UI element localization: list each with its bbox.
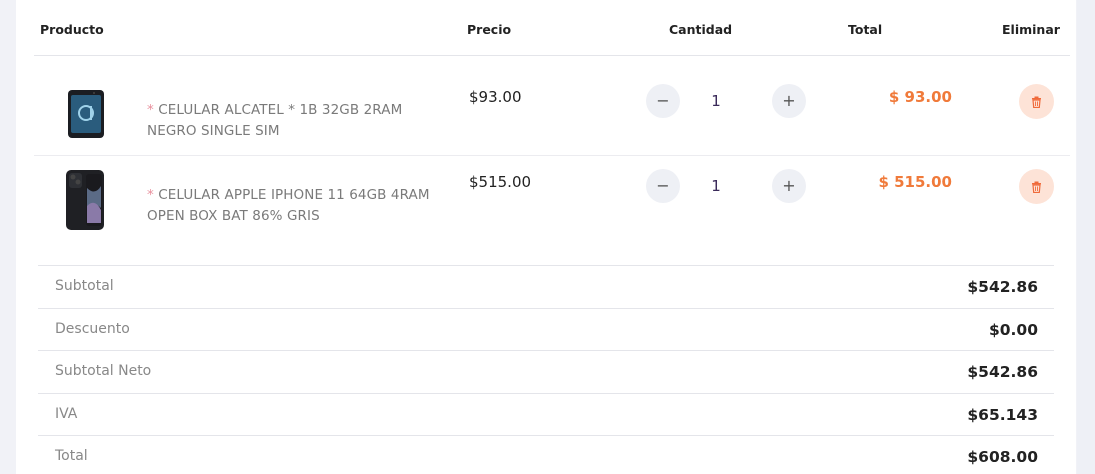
increase-quantity-button[interactable]: + [772,169,806,203]
summary-total: Total $608.00 [38,435,1054,474]
table-row: * CELULAR ALCATEL * 1B 32GB 2RAM NEGRO S… [34,56,1070,156]
summary-descuento: Descuento $0.00 [38,308,1054,350]
decrease-quantity-button[interactable]: − [646,84,680,118]
delete-button[interactable] [1019,84,1054,119]
header-eliminar: Eliminar [1002,22,1060,37]
summary-value: $65.143 [967,406,1038,424]
header-total: Total [848,22,883,37]
summary-iva: IVA $65.143 [38,393,1054,435]
product-thumbnail [68,90,104,138]
trash-icon [1032,181,1041,193]
summary-value: $542.86 [967,363,1038,381]
summary-label: IVA [55,406,78,422]
row-total: $ 93.00 [888,88,952,106]
product-name-text: CELULAR APPLE IPHONE 11 64GB 4RAM OPEN B… [147,187,430,224]
decrease-quantity-button[interactable]: − [646,169,680,203]
delete-button[interactable] [1019,169,1054,204]
summary-subtotal-neto: Subtotal Neto $542.86 [38,350,1054,392]
product-price: $93.00 [469,88,522,106]
summary-value: $608.00 [967,448,1038,466]
header-producto: Producto [40,22,104,37]
trash-icon [1032,96,1041,108]
name-asterisk: * [147,102,154,118]
summary-value: $542.86 [967,278,1038,296]
header-cantidad: Cantidad [669,22,733,37]
scrollbar-track[interactable] [1077,0,1095,474]
cart-panel: Producto Precio Cantidad Total Eliminar … [16,0,1076,474]
summary-label: Descuento [55,321,130,337]
summary-subtotal: Subtotal $542.86 [38,265,1054,307]
product-thumbnail [66,170,104,230]
increase-quantity-button[interactable]: + [772,84,806,118]
row-total: $ 515.00 [878,173,952,191]
table-row: * CELULAR APPLE IPHONE 11 64GB 4RAM OPEN… [34,156,1070,256]
product-name[interactable]: * CELULAR ALCATEL * 1B 32GB 2RAM NEGRO S… [147,100,447,142]
product-name-text: CELULAR ALCATEL * 1B 32GB 2RAM NEGRO SIN… [147,102,403,139]
summary-label: Total [55,448,88,464]
quantity-value[interactable]: 1 [706,177,726,195]
header-precio: Precio [467,22,512,37]
quantity-value[interactable]: 1 [706,92,726,110]
product-price: $515.00 [469,173,532,191]
summary-label: Subtotal Neto [55,363,152,379]
summary-label: Subtotal [55,278,114,294]
product-name[interactable]: * CELULAR APPLE IPHONE 11 64GB 4RAM OPEN… [147,185,447,227]
summary-value: $0.00 [988,321,1038,339]
name-asterisk: * [147,187,154,203]
